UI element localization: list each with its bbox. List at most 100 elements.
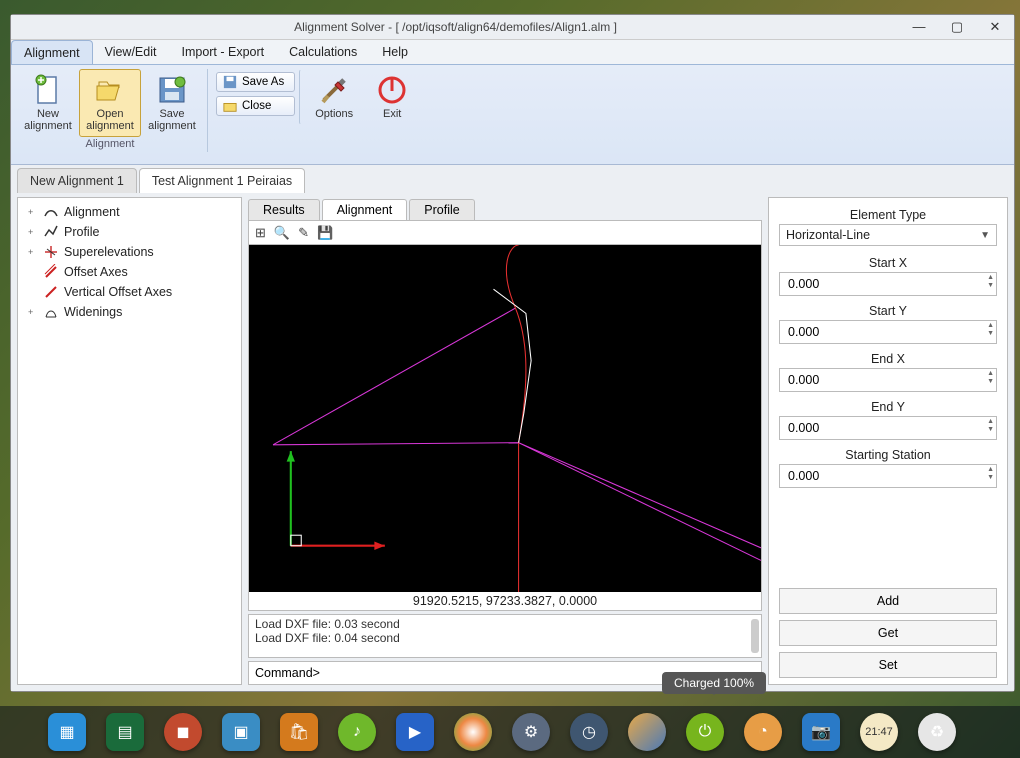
menu-help[interactable]: Help — [370, 40, 421, 64]
tree-widenings[interactable]: +Widenings — [20, 302, 239, 322]
log-panel: Load DXF file: 0.03 second Load DXF file… — [248, 614, 762, 658]
tree-alignment[interactable]: +Alignment — [20, 202, 239, 222]
voffset-icon — [43, 284, 59, 300]
store-icon[interactable]: 🛍 — [280, 713, 318, 751]
chevron-right-icon[interactable]: + — [28, 307, 38, 317]
menu-import-export[interactable]: Import - Export — [169, 40, 277, 64]
power-status-icon[interactable]: ⏻ — [686, 713, 724, 751]
ribbon: New alignment Open alignment Save alignm… — [11, 65, 1014, 165]
settings-icon[interactable]: ⚙ — [512, 713, 550, 751]
saveas-icon — [223, 75, 237, 89]
alignment-drawing — [249, 245, 761, 592]
chevron-right-icon[interactable]: + — [28, 207, 38, 217]
options-icon — [318, 74, 350, 106]
window-title: Alignment Solver - [ /opt/iqsoft/align64… — [11, 20, 900, 34]
minimize-button[interactable]: — — [900, 19, 938, 35]
open-icon — [94, 74, 126, 106]
view-tabs: Results Alignment Profile — [248, 197, 762, 221]
get-button[interactable]: Get — [779, 620, 997, 646]
starting-station-input[interactable] — [779, 464, 997, 488]
spinner-icon[interactable]: ▲▼ — [987, 466, 994, 482]
widenings-icon — [43, 304, 59, 320]
exit-button[interactable]: Exit — [361, 69, 423, 125]
tree-superelevations[interactable]: +Superelevations — [20, 242, 239, 262]
menu-calculations[interactable]: Calculations — [277, 40, 370, 64]
element-type-select[interactable]: Horizontal-Line ▼ — [779, 224, 997, 246]
tree-vertical-offset-axes[interactable]: Vertical Offset Axes — [20, 282, 239, 302]
taskbar: ▦ ▤ ◼ ▣ 🛍 ♪ ▶ ⚙ ◷ ⏻ ◔ 📷 21:47 ♻ — [0, 706, 1020, 758]
doc-tab-1[interactable]: Test Alignment 1 Peiraias — [139, 168, 305, 193]
media-icon[interactable]: ▶ — [396, 713, 434, 751]
app-2-icon[interactable]: ▣ — [222, 713, 260, 751]
menu-alignment[interactable]: Alignment — [11, 40, 93, 64]
view-tab-alignment[interactable]: Alignment — [322, 199, 408, 220]
save-view-icon[interactable]: 💾 — [317, 225, 333, 241]
menubar: Alignment View/Edit Import - Export Calc… — [11, 40, 1014, 65]
tree-pane: +Alignment +Profile +Superelevations Off… — [17, 197, 242, 685]
close-window-button[interactable]: ✕ — [976, 19, 1014, 35]
alignment-icon — [43, 204, 59, 220]
start-menu-icon[interactable]: ▦ — [48, 713, 86, 751]
app-4-icon[interactable]: ◔ — [744, 713, 782, 751]
chevron-right-icon[interactable]: + — [28, 247, 38, 257]
titlebar: Alignment Solver - [ /opt/iqsoft/align64… — [11, 15, 1014, 40]
log-line: Load DXF file: 0.03 second — [255, 617, 755, 631]
end-x-input[interactable] — [779, 368, 997, 392]
power-icon — [376, 74, 408, 106]
new-alignment-button[interactable]: New alignment — [17, 69, 79, 137]
doc-tab-0[interactable]: New Alignment 1 — [17, 168, 137, 193]
tree-offset-axes[interactable]: Offset Axes — [20, 262, 239, 282]
grid-tool-icon[interactable]: ⊞ — [255, 225, 266, 241]
view-tab-results[interactable]: Results — [248, 199, 320, 220]
app-1-icon[interactable]: ◼ — [164, 713, 202, 751]
starting-station-label: Starting Station — [779, 444, 997, 464]
alignment-solver-icon[interactable] — [628, 713, 666, 751]
spinner-icon[interactable]: ▲▼ — [987, 274, 994, 290]
spinner-icon[interactable]: ▲▼ — [987, 370, 994, 386]
maximize-button[interactable]: ▢ — [938, 19, 976, 35]
end-y-input[interactable] — [779, 416, 997, 440]
spinner-icon[interactable]: ▲▼ — [987, 418, 994, 434]
start-y-label: Start Y — [779, 300, 997, 320]
new-icon — [32, 74, 64, 106]
battery-tooltip: Charged 100% — [662, 672, 766, 694]
end-x-label: End X — [779, 348, 997, 368]
add-button[interactable]: Add — [779, 588, 997, 614]
edit-tool-icon[interactable]: ✎ — [298, 225, 309, 241]
options-button[interactable]: Options — [299, 69, 361, 125]
set-button[interactable]: Set — [779, 652, 997, 678]
viewport-canvas[interactable] — [249, 245, 761, 592]
trash-icon[interactable]: ♻ — [918, 713, 956, 751]
spinner-icon[interactable]: ▲▼ — [987, 322, 994, 338]
clock-icon[interactable]: 21:47 — [860, 713, 898, 751]
chevron-right-icon[interactable]: + — [28, 227, 38, 237]
save-alignment-button[interactable]: Save alignment — [141, 69, 203, 137]
screenshot-icon[interactable]: 📷 — [802, 713, 840, 751]
files-icon[interactable]: ▤ — [106, 713, 144, 751]
zoom-extents-icon[interactable]: 🔍 — [274, 225, 290, 241]
properties-panel: Element Type Horizontal-Line ▼ Start X ▲… — [768, 197, 1008, 685]
app-3-icon[interactable]: ◷ — [570, 713, 608, 751]
music-icon[interactable]: ♪ — [338, 713, 376, 751]
chevron-down-icon: ▼ — [980, 230, 990, 241]
viewport-toolbar: ⊞ 🔍 ✎ 💾 — [248, 221, 762, 245]
close-folder-icon — [223, 99, 237, 113]
save-icon — [156, 74, 188, 106]
chrome-icon[interactable] — [454, 713, 492, 751]
offset-icon — [43, 264, 59, 280]
menu-view-edit[interactable]: View/Edit — [93, 40, 170, 64]
end-y-label: End Y — [779, 396, 997, 416]
tree-profile[interactable]: +Profile — [20, 222, 239, 242]
log-line: Load DXF file: 0.04 second — [255, 631, 755, 645]
element-type-label: Element Type — [779, 204, 997, 224]
start-y-input[interactable] — [779, 320, 997, 344]
start-x-label: Start X — [779, 252, 997, 272]
profile-icon — [43, 224, 59, 240]
coordinate-readout: 91920.5215, 97233.3827, 0.0000 — [249, 592, 761, 610]
open-alignment-button[interactable]: Open alignment — [79, 69, 141, 137]
start-x-input[interactable] — [779, 272, 997, 296]
save-as-button[interactable]: Save As — [216, 72, 295, 92]
close-button[interactable]: Close — [216, 96, 295, 116]
scrollbar-vertical[interactable] — [751, 619, 759, 653]
view-tab-profile[interactable]: Profile — [409, 199, 474, 220]
